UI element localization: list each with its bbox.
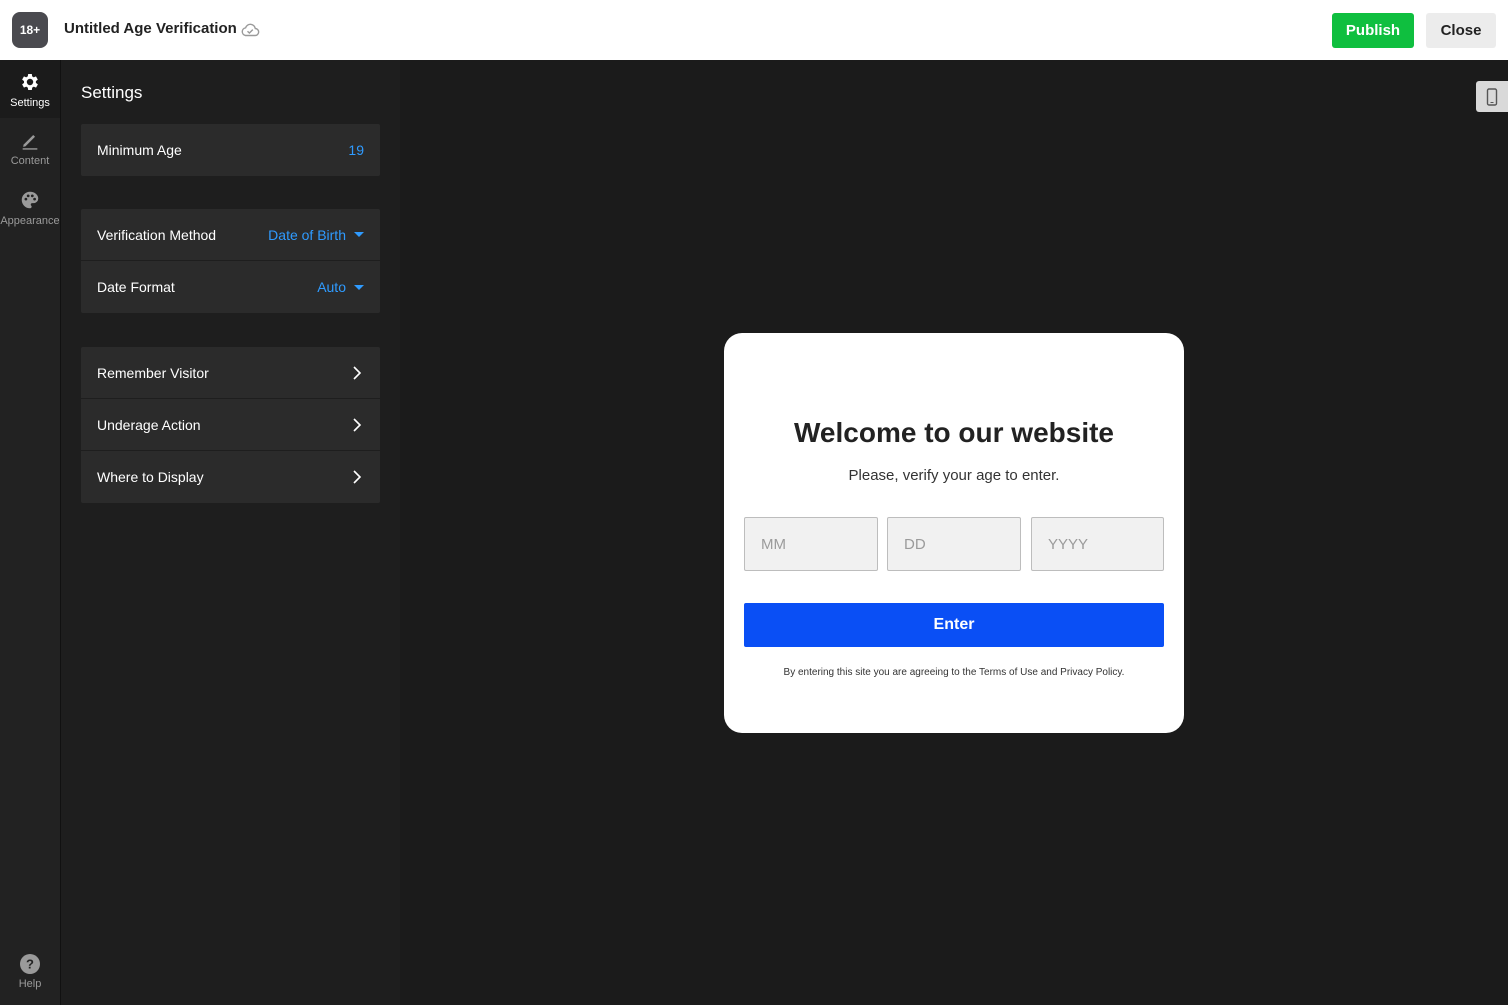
svg-text:?: ?: [26, 957, 34, 972]
day-input[interactable]: [887, 517, 1021, 571]
sidebar-item-label: Appearance: [0, 215, 60, 227]
age-verification-modal: Welcome to our website Please, verify yo…: [724, 333, 1184, 733]
options-group: Remember Visitor Underage Action Where t…: [81, 347, 380, 503]
top-bar: 18+ Untitled Age Verification Publish Cl…: [0, 0, 1508, 60]
minimum-age-group: Minimum Age 19: [81, 124, 380, 176]
minimum-age-label: Minimum Age: [97, 142, 182, 158]
sidebar-item-settings[interactable]: Settings: [0, 60, 60, 118]
caret-down-icon: [354, 232, 364, 237]
preview-canvas: Welcome to our website Please, verify yo…: [400, 60, 1508, 1005]
help-label: Help: [18, 978, 42, 990]
minimum-age-row[interactable]: Minimum Age 19: [81, 124, 380, 176]
caret-down-icon: [354, 284, 364, 290]
sidebar-item-label: Settings: [10, 97, 50, 109]
sidebar-item-label: Content: [10, 155, 50, 167]
where-to-display-label: Where to Display: [97, 469, 204, 485]
cloud-check-icon: [241, 23, 260, 37]
verification-method-row[interactable]: Verification Method Date of Birth: [81, 209, 380, 261]
date-format-row[interactable]: Date Format Auto: [81, 261, 380, 313]
sidebar-rail: Settings Content Appearance ? Help: [0, 60, 61, 1005]
underage-action-row[interactable]: Underage Action: [81, 399, 380, 451]
where-to-display-row[interactable]: Where to Display: [81, 451, 380, 503]
gear-icon: [22, 74, 38, 90]
help-button[interactable]: ? Help: [0, 953, 60, 990]
publish-button[interactable]: Publish: [1332, 13, 1414, 48]
date-format-label: Date Format: [97, 279, 175, 295]
underage-action-label: Underage Action: [97, 416, 201, 433]
modal-subheading: Please, verify your age to enter.: [848, 467, 1060, 484]
mobile-phone-icon: [1486, 87, 1498, 106]
question-circle-icon: ?: [20, 954, 40, 974]
sidebar-item-content[interactable]: Content: [0, 118, 60, 176]
device-toggle-button[interactable]: [1476, 81, 1508, 112]
verification-group: Verification Method Date of Birth Date F…: [81, 209, 380, 313]
verification-method-select[interactable]: Date of Birth: [268, 227, 346, 243]
sidebar-item-appearance[interactable]: Appearance: [0, 178, 60, 236]
chevron-right-icon: [353, 470, 362, 484]
settings-panel: Settings Minimum Age 19 Verification Met…: [61, 60, 400, 1005]
panel-title: Settings: [81, 83, 143, 102]
chevron-right-icon: [353, 365, 362, 380]
app-logo: 18+: [12, 12, 48, 48]
palette-icon: [21, 191, 39, 209]
close-button[interactable]: Close: [1426, 13, 1496, 48]
year-input[interactable]: [1031, 517, 1164, 571]
verification-method-label: Verification Method: [97, 226, 217, 243]
modal-heading: Welcome to our website: [794, 417, 1114, 448]
remember-visitor-row[interactable]: Remember Visitor: [81, 347, 380, 399]
remember-visitor-label: Remember Visitor: [97, 364, 209, 381]
date-format-select[interactable]: Auto: [317, 279, 346, 295]
document-title[interactable]: Untitled Age Verification: [64, 20, 237, 37]
chevron-right-icon: [353, 417, 362, 432]
enter-button[interactable]: Enter: [744, 603, 1164, 647]
minimum-age-value[interactable]: 19: [348, 142, 364, 158]
month-input[interactable]: [744, 517, 878, 571]
terms-text: By entering this site you are agreeing t…: [783, 667, 1125, 678]
pencil-icon: [22, 134, 38, 150]
